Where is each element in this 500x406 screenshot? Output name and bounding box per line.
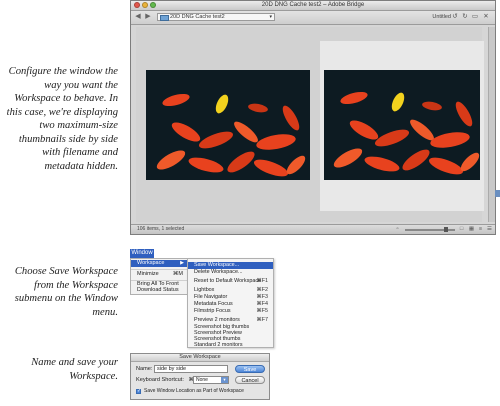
caption-save-step: Name and save your Workspace. (31, 357, 118, 382)
new-folder-icon[interactable]: ▭ (471, 13, 479, 21)
menu-item-label: Workspace (137, 260, 165, 266)
chevron-down-icon: ▾ (221, 377, 228, 383)
folder-path-dropdown[interactable]: 20D DNG Cache test2 ▾ (157, 13, 275, 21)
keyboard-shortcut-label: Keyboard Shortcut: ⌘+ (136, 376, 197, 384)
menu-item-label: Preview 2 monitors (194, 317, 240, 323)
chevron-down-icon: ▾ (269, 14, 272, 20)
zoom-out-icon[interactable]: ▫ (394, 226, 401, 233)
save-window-location-checkbox[interactable] (136, 388, 141, 394)
menu-item-label: Metadata Focus (194, 301, 233, 307)
caption-menu-choice: Choose Save Workspace from the Workspace… (14, 266, 118, 318)
menu-item-shortcut: ⌘F4 (256, 301, 268, 307)
panel-toggle-tab[interactable] (495, 190, 500, 197)
save-button[interactable]: Save (235, 365, 265, 373)
menu-item-shortcut: ⌘F3 (256, 294, 268, 300)
window-title: 20D DNG Cache test2 – Adobe Bridge (261, 2, 365, 8)
menu-item-reset-default[interactable]: Reset to Default Workspace ⌘F1 (188, 278, 273, 285)
grid-view-icon[interactable]: ▦ (468, 226, 475, 233)
zoom-button[interactable] (150, 2, 156, 8)
menu-item-label: File Navigator (194, 294, 228, 300)
cancel-button[interactable]: Cancel (235, 376, 265, 384)
menu-item-file-navigator[interactable]: File Navigator ⌘F3 (188, 294, 273, 301)
minimize-button[interactable] (142, 2, 148, 8)
menu-item-label: Minimize (137, 271, 159, 277)
list-view-icon[interactable]: ≡ (477, 226, 484, 233)
save-workspace-dialog: Save Workspace Name: side by side Keyboa… (130, 353, 270, 400)
save-window-location-label: Save Window Location as Part of Workspac… (144, 388, 244, 394)
bridge-window: 20D DNG Cache test2 – Adobe Bridge ◀ ▶ 2… (130, 0, 500, 235)
menu-item-label: Lightbox (194, 287, 215, 293)
forward-arrow-icon[interactable]: ▶ (144, 13, 152, 21)
name-label: Name: (136, 366, 153, 372)
menu-item-preview-2-monitors[interactable]: Preview 2 monitors ⌘F7 (188, 317, 273, 324)
menu-item-metadata-focus[interactable]: Metadata Focus ⌘F4 (188, 301, 273, 308)
menu-item-shortcut: ⌘F5 (256, 308, 268, 314)
menu-item-shortcut: ⌘M (172, 271, 183, 277)
status-bar: 106 items, 1 selected ▫ □ ▦ ≡ ☰ (131, 224, 495, 234)
workspace-submenu: Save Workspace... Delete Workspace... Re… (187, 258, 274, 348)
menu-item-standard-2-monitors[interactable]: Standard 2 monitors (188, 342, 273, 349)
folder-path-label: 20D DNG Cache test2 (170, 14, 225, 20)
trash-icon[interactable]: ✕ (482, 13, 490, 21)
menu-item-delete-workspace[interactable]: Delete Workspace... (188, 269, 273, 276)
thumbnail-size-slider[interactable] (405, 227, 455, 232)
status-text: 106 items, 1 selected (137, 226, 185, 232)
slider-thumb[interactable] (444, 227, 448, 232)
close-button[interactable] (134, 2, 140, 8)
caption-window-setup: Configure the window the way you want th… (6, 66, 118, 172)
koi-photo-2 (324, 70, 480, 180)
menu-item-label: Filmstrip Focus (194, 308, 231, 314)
menu-item-download-status[interactable]: Download Status (131, 287, 187, 294)
menu-item-shortcut: ⌘F1 (256, 278, 268, 284)
back-arrow-icon[interactable]: ◀ (134, 13, 142, 21)
keyboard-shortcut-value: None (196, 377, 208, 383)
koi-photo-1 (146, 70, 310, 180)
window-titlebar: 20D DNG Cache test2 – Adobe Bridge (131, 1, 495, 11)
thumbnail-koi-1[interactable] (146, 70, 310, 180)
menu-item-shortcut: ⌘F2 (256, 287, 268, 293)
zoom-in-icon[interactable]: □ (458, 226, 465, 233)
content-panel (136, 27, 484, 222)
window-menu-dropdown: Workspace ▶ Minimize ⌘M Bring All To Fro… (130, 258, 188, 295)
menu-item-shortcut: ⌘F7 (256, 317, 268, 323)
menu-item-workspace[interactable]: Workspace ▶ (131, 260, 187, 267)
menu-item-filmstrip-focus[interactable]: Filmstrip Focus ⌘F5 (188, 308, 273, 315)
menu-item-label: Save Workspace... (194, 262, 240, 268)
workspace-name-field[interactable]: side by side (154, 365, 228, 373)
menu-item-label: Delete Workspace... (194, 269, 243, 275)
thumbnail-koi-2[interactable] (324, 70, 480, 180)
menu-item-label: Standard 2 monitors (194, 342, 243, 348)
dialog-title: Save Workspace (131, 354, 269, 362)
keyboard-shortcut-label-text: Keyboard Shortcut: (136, 377, 184, 383)
menu-item-lightbox[interactable]: Lightbox ⌘F2 (188, 287, 273, 294)
submenu-arrow-icon: ▶ (180, 260, 184, 266)
folder-icon (160, 15, 169, 21)
rotate-right-icon[interactable]: ↻ (461, 13, 469, 21)
menu-item-minimize[interactable]: Minimize ⌘M (131, 271, 187, 278)
menu-item-label: Reset to Default Workspace (194, 278, 262, 284)
menu-divider (131, 269, 187, 270)
rotate-left-icon[interactable]: ↺ (451, 13, 459, 21)
menu-item-save-workspace[interactable]: Save Workspace... (188, 262, 273, 269)
window-menu[interactable]: Window (130, 249, 154, 258)
keyboard-shortcut-select[interactable]: None ▾ (193, 376, 229, 384)
toolbar: ◀ ▶ 20D DNG Cache test2 ▾ Untitled ↺ ↻ ▭… (131, 11, 495, 25)
menu-item-label: Download Status (137, 287, 179, 293)
workspace-menu[interactable]: Untitled (432, 14, 451, 20)
details-view-icon[interactable]: ☰ (486, 226, 493, 233)
vertical-scrollbar[interactable] (488, 27, 495, 222)
